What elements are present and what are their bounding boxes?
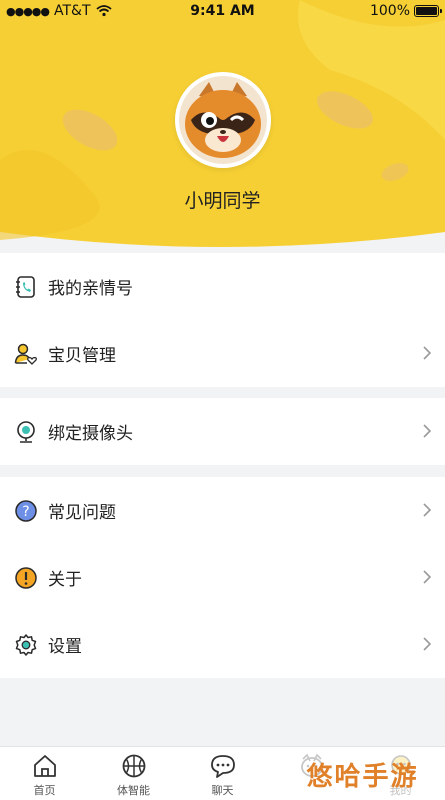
settings-label: 设置 (48, 637, 82, 657)
chevron-right-icon (423, 637, 431, 651)
battery-icon (414, 5, 442, 17)
question-icon: ? (14, 499, 38, 523)
tab-chat-label: 聊天 (211, 784, 234, 797)
chevron-right-icon (423, 424, 431, 438)
settings-item[interactable]: 设置 (0, 611, 445, 678)
chat-icon (210, 755, 235, 778)
tab-chat[interactable]: 聊天 (178, 747, 267, 800)
raccoon-avatar-icon (179, 76, 267, 164)
menu-section-camera: 绑定摄像头 (0, 398, 445, 465)
user-heart-icon (14, 342, 38, 366)
basketball-icon (122, 754, 145, 778)
bind-camera-label: 绑定摄像头 (48, 424, 133, 444)
tab-home-label: 首页 (33, 784, 56, 797)
baby-management-item[interactable]: 宝贝管理 (0, 320, 445, 387)
about-label: 关于 (48, 570, 82, 590)
family-numbers-item[interactable]: 我的亲情号 (0, 253, 445, 320)
username: 小明同学 (184, 190, 261, 212)
tab-home[interactable]: 首页 (0, 747, 89, 800)
phone-book-icon (14, 275, 38, 299)
svg-text:?: ? (22, 504, 29, 520)
webcam-icon (14, 420, 38, 444)
baby-management-label: 宝贝管理 (48, 346, 116, 366)
avatar[interactable] (175, 72, 271, 168)
battery-percent: 100% (369, 3, 410, 19)
bind-camera-item[interactable]: 绑定摄像头 (0, 398, 445, 465)
tab-fitness[interactable]: 体智能 (89, 747, 178, 800)
chevron-right-icon (423, 503, 431, 517)
gear-icon (14, 633, 38, 657)
chevron-right-icon (423, 570, 431, 584)
info-exclamation-icon (14, 566, 38, 590)
faq-label: 常见问题 (48, 503, 116, 523)
faq-item[interactable]: ? 常见问题 (0, 477, 445, 544)
watermark: 悠哈手游 (280, 748, 445, 800)
family-numbers-label: 我的亲情号 (48, 279, 133, 299)
about-item[interactable]: 关于 (0, 544, 445, 611)
status-bar: ●●●●● AT&T 9:41 AM 100% (0, 0, 445, 24)
chevron-right-icon (423, 346, 431, 360)
menu-section-help: ? 常见问题 关于 设置 (0, 477, 445, 678)
profile-header: ●●●●● AT&T 9:41 AM 100% 小明同学 (0, 0, 445, 252)
tab-fitness-label: 体智能 (117, 784, 150, 797)
menu-section-family: 我的亲情号 宝贝管理 (0, 253, 445, 387)
home-icon (33, 755, 56, 777)
